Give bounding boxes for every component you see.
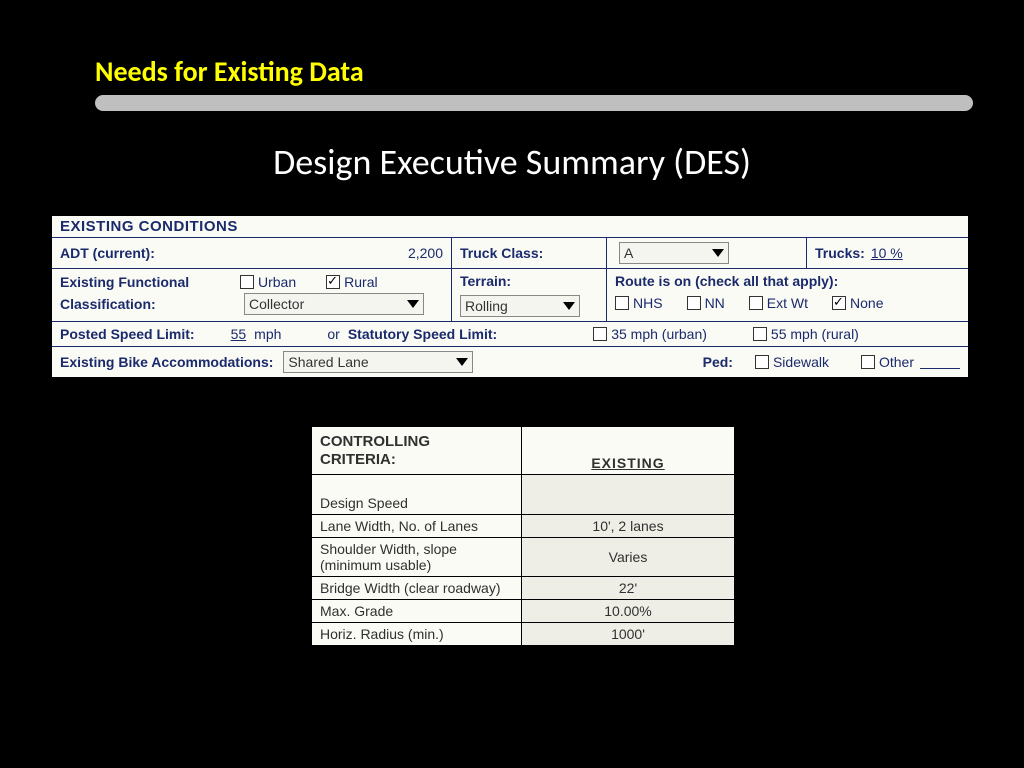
table-row: Horiz. Radius (min.)1000' — [312, 623, 735, 646]
criteria-value: 10.00% — [522, 600, 735, 623]
existing-conditions-form: EXISTING CONDITIONS ADT (current): 2,200… — [50, 214, 970, 379]
terrain-label: Terrain: — [460, 273, 511, 289]
or-label: or — [327, 326, 339, 342]
urban-checkbox[interactable] — [240, 275, 254, 289]
stat-urban-label: 35 mph (urban) — [611, 326, 707, 342]
extwt-checkbox[interactable] — [749, 296, 763, 310]
criteria-header-right: EXISTING — [522, 427, 735, 475]
criteria-label: Design Speed — [312, 475, 522, 515]
bike-dropdown[interactable]: Shared Lane — [283, 351, 473, 373]
none-checkbox[interactable] — [832, 296, 846, 310]
none-label: None — [850, 295, 883, 311]
row-speed-limit: Posted Speed Limit: 55 mph or Statutory … — [52, 321, 968, 346]
trucks-label: Trucks: — [815, 245, 865, 261]
criteria-value: 10', 2 lanes — [522, 515, 735, 538]
trucks-value: 10 % — [871, 245, 903, 261]
nn-checkbox[interactable] — [687, 296, 701, 310]
main-heading: Design Executive Summary (DES) — [0, 140, 1024, 184]
bike-label: Existing Bike Accommodations: — [60, 354, 273, 370]
nhs-label: NHS — [633, 295, 663, 311]
ped-label: Ped: — [703, 354, 733, 370]
criteria-label: Lane Width, No. of Lanes — [312, 515, 522, 538]
criteria-header-left: CONTROLLINGCRITERIA: — [312, 427, 522, 475]
func-class-label-2: Classification: — [60, 296, 240, 312]
sidewalk-checkbox[interactable] — [755, 355, 769, 369]
chevron-down-icon — [712, 249, 724, 257]
nn-label: NN — [705, 295, 725, 311]
table-row: Lane Width, No. of Lanes10', 2 lanes — [312, 515, 735, 538]
other-checkbox[interactable] — [861, 355, 875, 369]
chevron-down-icon — [407, 300, 419, 308]
criteria-value — [522, 475, 735, 515]
criteria-label: Shoulder Width, slope (minimum usable) — [312, 538, 522, 577]
table-row: Max. Grade10.00% — [312, 600, 735, 623]
table-row: Shoulder Width, slope (minimum usable)Va… — [312, 538, 735, 577]
criteria-value: 1000' — [522, 623, 735, 646]
posted-speed-label: Posted Speed Limit: — [60, 326, 195, 342]
row-bike-ped: Existing Bike Accommodations: Shared Lan… — [52, 346, 968, 377]
adt-value: 2,200 — [408, 245, 443, 261]
posted-speed-value: 55 — [231, 326, 247, 342]
slide-title: Needs for Existing Data — [95, 54, 364, 89]
terrain-dropdown[interactable]: Rolling — [460, 295, 580, 317]
row-adt-truck: ADT (current): 2,200 Truck Class: A Truc… — [52, 237, 968, 268]
criteria-label: Horiz. Radius (min.) — [312, 623, 522, 646]
title-underline — [95, 95, 973, 111]
other-blank — [920, 355, 960, 369]
rural-checkbox[interactable] — [326, 275, 340, 289]
truck-class-label: Truck Class: — [460, 245, 543, 261]
other-label: Other — [879, 354, 914, 370]
stat-rural-checkbox[interactable] — [753, 327, 767, 341]
classification-dropdown[interactable]: Collector — [244, 293, 424, 315]
truck-class-dropdown[interactable]: A — [619, 242, 729, 264]
urban-label: Urban — [258, 274, 296, 290]
chevron-down-icon — [563, 302, 575, 310]
route-label: Route is on (check all that apply): — [615, 273, 838, 289]
criteria-label: Bridge Width (clear roadway) — [312, 577, 522, 600]
row-classification: Existing Functional Urban Rural Classifi… — [52, 268, 968, 321]
criteria-value: Varies — [522, 538, 735, 577]
table-row: Bridge Width (clear roadway)22' — [312, 577, 735, 600]
criteria-label: Max. Grade — [312, 600, 522, 623]
table-row: Design Speed — [312, 475, 735, 515]
form-section-header: EXISTING CONDITIONS — [52, 216, 968, 237]
stat-rural-label: 55 mph (rural) — [771, 326, 859, 342]
criteria-value: 22' — [522, 577, 735, 600]
terrain-value: Rolling — [465, 298, 508, 314]
stat-urban-checkbox[interactable] — [593, 327, 607, 341]
sidewalk-label: Sidewalk — [773, 354, 829, 370]
func-class-label-1: Existing Functional — [60, 274, 240, 290]
truck-class-value: A — [624, 245, 633, 261]
chevron-down-icon — [456, 358, 468, 366]
classification-value: Collector — [249, 296, 304, 312]
rural-label: Rural — [344, 274, 377, 290]
adt-label: ADT (current): — [60, 245, 155, 261]
extwt-label: Ext Wt — [767, 295, 808, 311]
controlling-criteria-table: CONTROLLINGCRITERIA: EXISTING Design Spe… — [311, 426, 735, 646]
nhs-checkbox[interactable] — [615, 296, 629, 310]
statutory-label: Statutory Speed Limit: — [348, 326, 497, 342]
posted-speed-unit: mph — [254, 326, 281, 342]
bike-value: Shared Lane — [288, 354, 368, 370]
